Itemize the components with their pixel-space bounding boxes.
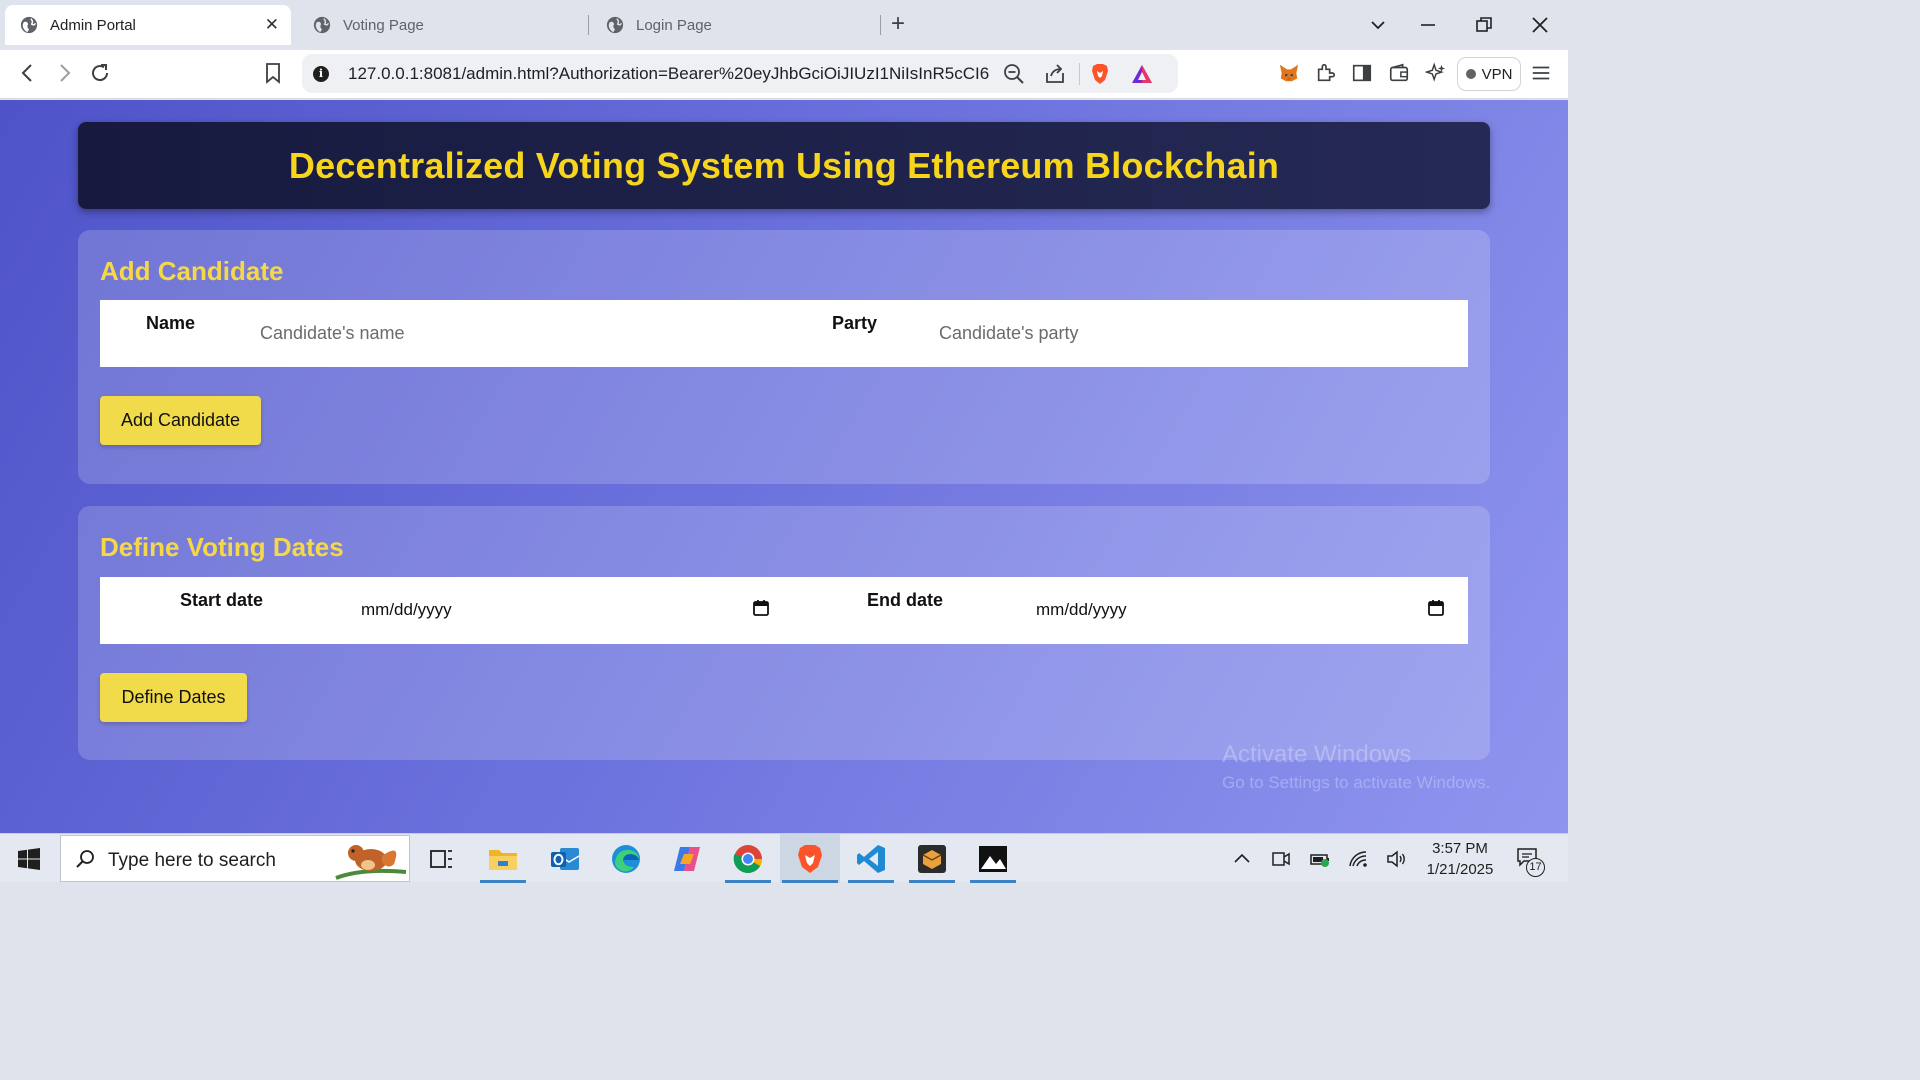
voting-dates-form: Start date mm/dd/yyyy End date mm/dd/yyy… [100,577,1468,644]
running-app-indicator [909,880,955,883]
taskbar-clock[interactable]: 3:57 PM 1/21/2025 [1420,838,1500,880]
running-app-indicator [848,880,894,883]
party-label: Party [832,313,878,333]
tab-voting-page[interactable]: Voting Page [298,5,584,45]
globe-icon [606,16,624,34]
activate-windows-title: Activate Windows [1222,741,1412,768]
search-icon [76,850,94,868]
tab-login-page[interactable]: Login Page [591,5,877,45]
brave-shields-icon[interactable] [1088,62,1112,86]
chrome-icon[interactable] [731,842,765,876]
wifi-icon[interactable] [1348,848,1370,870]
tab-search-chevron-icon[interactable] [1369,16,1387,34]
clock-time: 3:57 PM [1432,840,1488,857]
define-dates-button[interactable]: Define Dates [100,673,247,722]
file-explorer-icon[interactable] [486,842,520,876]
meet-now-icon[interactable] [1270,848,1292,870]
globe-icon [313,16,331,34]
reload-icon[interactable] [88,61,112,85]
share-icon[interactable] [1043,62,1067,86]
tab-divider [880,15,881,35]
new-tab-button[interactable]: + [891,10,905,38]
battery-icon[interactable] [1309,848,1331,870]
outlook-icon[interactable] [548,842,582,876]
start-date-label: Start date [180,590,264,610]
candidate-name-input[interactable]: Candidate's name [260,323,405,344]
taskbar-search-box[interactable]: Type here to search [60,835,410,882]
tab-admin-portal[interactable]: Admin Portal ✕ [5,5,291,45]
browser-toolbar: i 127.0.0.1:8081/admin.html?Authorizatio… [0,50,1568,99]
voting-dates-panel: Define Voting Dates Start date mm/dd/yyy… [78,506,1490,760]
candidate-party-input[interactable]: Candidate's party [939,323,1079,344]
task-view-icon[interactable] [424,842,458,876]
close-tab-icon[interactable]: ✕ [265,15,279,35]
page-header: Decentralized Voting System Using Ethere… [78,122,1490,209]
close-window-icon[interactable] [1531,16,1549,34]
globe-icon [20,16,38,34]
address-url[interactable]: 127.0.0.1:8081/admin.html?Authorization=… [348,64,990,84]
start-date-input[interactable]: mm/dd/yyyy [361,600,452,620]
add-candidate-button[interactable]: Add Candidate [100,396,261,445]
zoom-out-icon[interactable] [1002,62,1026,86]
edge-icon[interactable] [609,842,643,876]
windows-taskbar: Type here to search 3:57 PM 1/21/2025 17 [0,833,1568,883]
vpn-button[interactable]: VPN [1457,57,1521,91]
virtualbox-icon[interactable] [915,842,949,876]
notification-center-button[interactable]: 17 [1516,846,1546,877]
brave-browser-icon[interactable] [793,842,827,876]
back-icon[interactable] [16,61,40,85]
bookmark-icon[interactable] [261,61,285,85]
address-bar[interactable]: i 127.0.0.1:8081/admin.html?Authorizatio… [302,54,1178,93]
wallet-icon[interactable] [1388,62,1410,84]
add-candidate-heading: Add Candidate [100,256,284,286]
clock-date: 1/21/2025 [1426,861,1494,878]
running-app-indicator [480,880,526,883]
extensions-icon[interactable] [1315,62,1337,84]
tab-label: Admin Portal [50,16,136,34]
omnibox-divider [1079,63,1080,85]
site-info-icon[interactable]: i [313,66,329,82]
add-candidate-panel: Add Candidate Name Candidate's name Part… [78,230,1490,484]
end-date-input[interactable]: mm/dd/yyyy [1036,600,1127,620]
admin-page: Decentralized Voting System Using Ethere… [0,100,1568,833]
show-hidden-icons-chevron-icon[interactable] [1231,848,1253,870]
running-app-indicator [782,880,838,883]
notification-count-badge: 17 [1526,858,1545,877]
menu-icon[interactable] [1530,62,1552,84]
calendar-icon[interactable] [752,599,770,617]
running-app-indicator [725,880,771,883]
leo-ai-icon[interactable] [1425,62,1447,84]
copilot-icon[interactable] [670,842,704,876]
vpn-status-dot-icon [1465,69,1476,79]
minimize-icon[interactable] [1419,16,1437,34]
search-placeholder: Type here to search [108,850,276,871]
page-title: Decentralized Voting System Using Ethere… [288,144,1280,186]
volume-icon[interactable] [1386,848,1408,870]
vscode-icon[interactable] [854,842,888,876]
photos-icon[interactable] [976,842,1010,876]
metamask-fox-icon[interactable] [1278,62,1300,84]
name-label: Name [146,313,196,333]
squirrel-search-highlight-icon [335,845,407,880]
brave-rewards-icon[interactable] [1130,62,1154,86]
sidebar-icon[interactable] [1351,62,1373,84]
end-date-label: End date [867,590,944,610]
tab-label: Voting Page [343,16,424,34]
forward-icon[interactable] [52,61,76,85]
running-app-indicator [970,880,1016,883]
tab-label: Login Page [636,16,712,34]
add-candidate-form: Name Candidate's name Party Candidate's … [100,300,1468,367]
activate-windows-subtitle: Go to Settings to activate Windows. [1222,773,1491,792]
calendar-icon[interactable] [1427,599,1445,617]
restore-icon[interactable] [1475,16,1493,34]
vpn-label: VPN [1481,65,1513,83]
browser-tab-strip: Admin Portal ✕ Voting Page Login Page + [0,0,1568,50]
windows-start-icon[interactable] [18,848,40,870]
voting-dates-heading: Define Voting Dates [100,532,344,562]
tab-divider [588,15,589,35]
